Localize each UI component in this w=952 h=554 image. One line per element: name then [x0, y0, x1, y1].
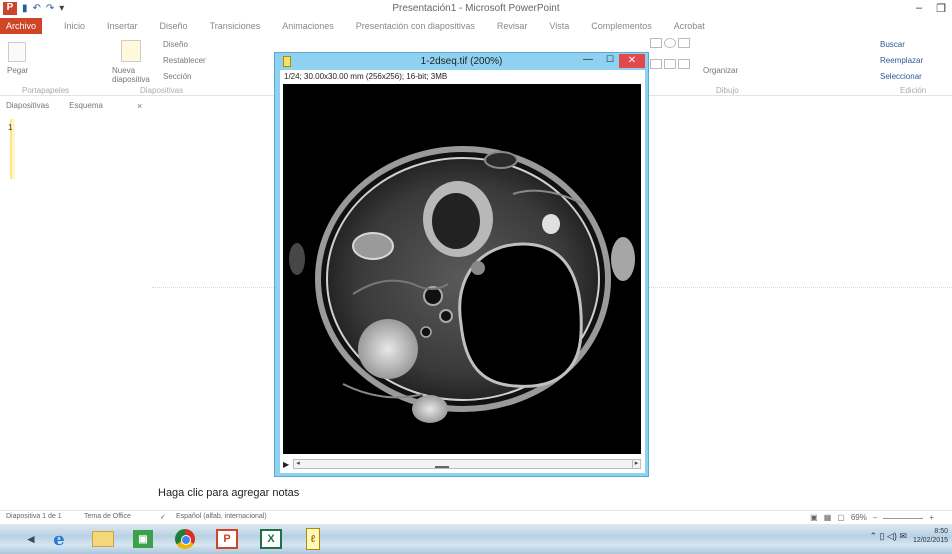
tab-slides[interactable]: Diapositivas: [6, 101, 49, 110]
view-sorter-icon[interactable]: ▦: [824, 513, 832, 522]
mri-image-canvas[interactable]: [283, 84, 641, 454]
ribbon-tabs: Archivo Inicio Insertar Diseño Transicio…: [0, 18, 952, 34]
imagej-window[interactable]: 1-2dseq.tif (200%) — ☐ ✕ 1/24; 30.00x30.…: [274, 52, 649, 477]
new-slide-icon[interactable]: [121, 40, 141, 62]
tab-slideshow[interactable]: Presentación con diapositivas: [356, 21, 475, 31]
tab-outline[interactable]: Esquema: [69, 101, 103, 110]
group-slides-label: Diapositivas: [140, 86, 184, 95]
slide-number: 1: [8, 123, 13, 132]
window-controls: – ❐: [916, 2, 946, 15]
layout-button[interactable]: Diseño: [163, 40, 188, 49]
slice-slider: ▶ ◂ ▸: [283, 458, 641, 470]
shape-arrow-icon[interactable]: [650, 59, 662, 69]
notes-placeholder[interactable]: Haga clic para agregar notas: [158, 487, 299, 499]
shape-oval-icon[interactable]: [664, 38, 676, 48]
group-drawing-label: Dibujo: [716, 86, 739, 95]
close-pane-icon[interactable]: ×: [137, 101, 142, 111]
zoom-control: ▣ ▦ ▢ 69% – +: [810, 513, 934, 522]
tab-home[interactable]: Inicio: [64, 21, 85, 31]
slides-pane-tabs: Diapositivas Esquema: [6, 101, 103, 110]
shape-callout-icon[interactable]: [678, 59, 690, 69]
tab-file[interactable]: Archivo: [0, 18, 43, 34]
theme-status[interactable]: Tema de Office: [84, 513, 131, 520]
section-button[interactable]: Sección: [163, 72, 191, 81]
view-reading-icon[interactable]: ▢: [837, 513, 845, 522]
clock[interactable]: 8:50 12/02/2015: [913, 527, 948, 545]
imagej-close-button[interactable]: ✕: [619, 54, 645, 68]
reset-button[interactable]: Restablecer: [163, 56, 206, 65]
shape-line-icon[interactable]: [678, 38, 690, 48]
find-button[interactable]: Buscar: [880, 40, 905, 49]
tray-icons[interactable]: ⌃ ▯ ◁) ✉: [869, 531, 906, 542]
view-normal-icon[interactable]: ▣: [810, 513, 818, 522]
shape-star-icon[interactable]: [664, 59, 676, 69]
image-info-line: 1/24; 30.00x30.00 mm (256x256); 16-bit; …: [284, 72, 448, 81]
arrange-button[interactable]: Organizar: [703, 66, 738, 75]
paste-button[interactable]: Pegar: [7, 66, 28, 75]
tab-insert[interactable]: Insertar: [107, 21, 138, 31]
scroll-right-icon[interactable]: ▸: [632, 460, 640, 468]
clock-date: 12/02/2015: [912, 537, 948, 544]
new-slide-button[interactable]: Nueva diapositiva: [112, 66, 157, 84]
tab-animations[interactable]: Animaciones: [282, 21, 334, 31]
powerpoint-taskbar-icon[interactable]: P: [210, 526, 244, 552]
tab-review[interactable]: Revisar: [497, 21, 528, 31]
clock-time: 8:50: [934, 528, 948, 535]
tab-addins[interactable]: Complementos: [591, 21, 652, 31]
zoom-level[interactable]: 69%: [851, 513, 867, 522]
tab-transitions[interactable]: Transiciones: [210, 21, 261, 31]
imagej-minimize-button[interactable]: —: [577, 54, 599, 67]
tab-view[interactable]: Vista: [549, 21, 569, 31]
zoom-slider[interactable]: [883, 513, 924, 519]
slice-scrollbar-track[interactable]: ◂ ▸: [293, 459, 641, 469]
imagej-maximize-button[interactable]: ☐: [599, 54, 621, 67]
slice-scrollbar-thumb[interactable]: [434, 466, 449, 468]
status-bar: Diapositiva 1 de 1 Tema de Office ✓ Espa…: [0, 510, 952, 524]
taskbar: ◂ e ▣ P X ℓ ⌃ ▯ ◁) ✉ 8:50 12/02/2015: [0, 524, 952, 554]
tab-design[interactable]: Diseño: [160, 21, 188, 31]
chrome-icon[interactable]: [168, 526, 202, 552]
screen: P ▮ ↶ ↷ ▾ Presentación1 - Microsoft Powe…: [0, 0, 952, 554]
imagej-title-bar[interactable]: 1-2dseq.tif (200%) — ☐ ✕: [275, 53, 648, 70]
system-tray: ⌃ ▯ ◁) ✉ 8:50 12/02/2015: [869, 527, 948, 545]
mri-scan-image: [289, 146, 635, 423]
tab-acrobat[interactable]: Acrobat: [674, 21, 705, 31]
group-editing-label: Edición: [900, 86, 927, 95]
select-button[interactable]: Seleccionar: [880, 72, 922, 81]
excel-taskbar-icon[interactable]: X: [254, 526, 288, 552]
paste-icon[interactable]: [8, 42, 26, 62]
restore-button[interactable]: ❐: [936, 2, 946, 15]
file-explorer-icon[interactable]: [86, 526, 120, 552]
scroll-left-icon[interactable]: ◂: [294, 460, 302, 468]
shape-rectangle-icon[interactable]: [650, 38, 662, 48]
slide-count-status: Diapositiva 1 de 1: [6, 513, 62, 520]
store-icon[interactable]: ▣: [126, 526, 160, 552]
minimize-button[interactable]: –: [916, 2, 922, 15]
play-animation-icon[interactable]: ▶: [283, 460, 293, 469]
zoom-out-button[interactable]: –: [873, 513, 877, 522]
title-bar: P ▮ ↶ ↷ ▾ Presentación1 - Microsoft Powe…: [0, 0, 952, 18]
internet-explorer-icon[interactable]: e: [42, 526, 76, 552]
language-status[interactable]: Español (alfab. internacional): [176, 513, 267, 520]
zoom-in-button[interactable]: +: [929, 513, 934, 522]
group-clipboard-label: Portapapeles: [22, 86, 70, 95]
imagej-taskbar-icon[interactable]: ℓ: [296, 526, 330, 552]
window-title: Presentación1 - Microsoft PowerPoint: [392, 3, 560, 14]
shapes-gallery[interactable]: [650, 38, 690, 78]
imagej-body: 1/24; 30.00x30.00 mm (256x256); 16-bit; …: [280, 70, 645, 473]
spellcheck-icon[interactable]: ✓: [160, 513, 166, 521]
replace-button[interactable]: Reemplazar: [880, 56, 923, 65]
slides-pane: Diapositivas Esquema × 1: [0, 97, 150, 507]
